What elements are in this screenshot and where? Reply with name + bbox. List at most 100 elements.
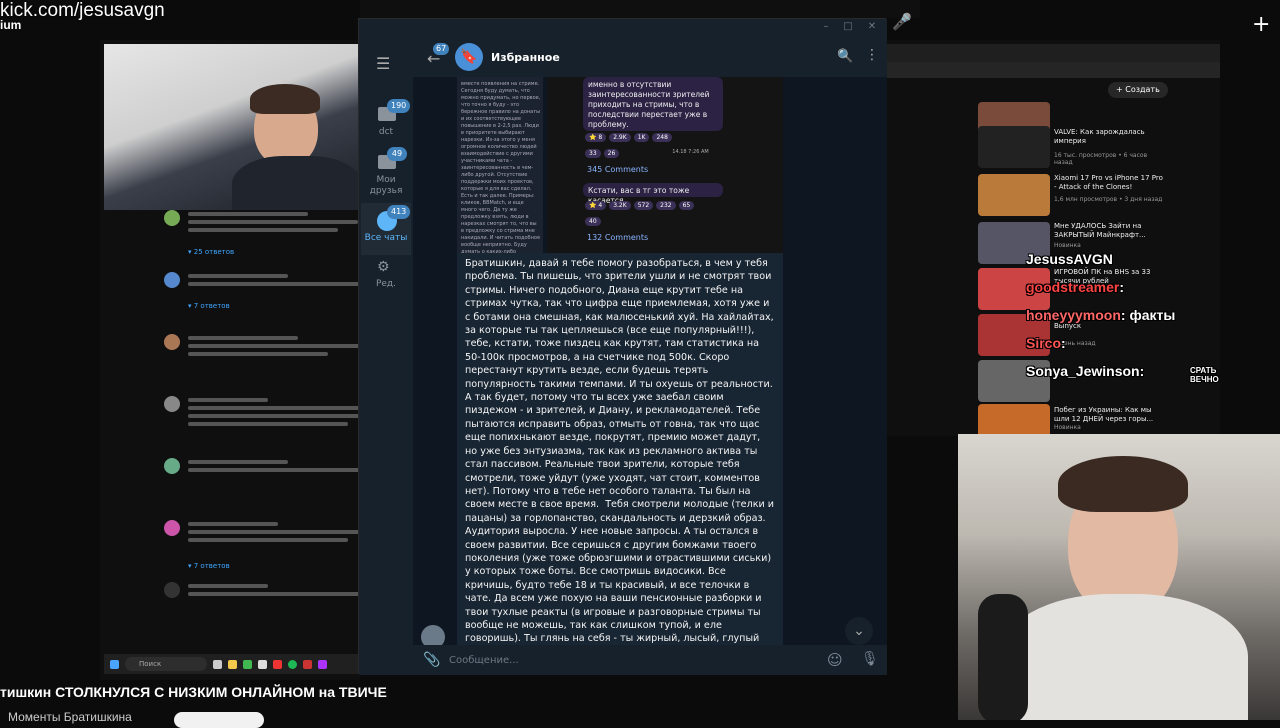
video-title-rec[interactable]: Xiaomi 17 Pro vs iPhone 17 Pro - Attack … [1054,174,1164,192]
chat-text: : [1061,335,1066,351]
windows-start-icon[interactable] [110,659,119,669]
emoji-icon[interactable]: ☺ [827,651,843,669]
browser-topbar [885,44,1220,62]
chat-message: JesussAVGN [1026,251,1113,267]
reaction[interactable]: 232 [656,201,676,210]
scroll-down-icon[interactable]: ⌄ [845,617,873,645]
folder-dct[interactable]: 190 dct [361,97,411,149]
folder-label: Все чаты [364,233,408,243]
chat-username: JesussAVGN [1026,251,1113,267]
channel-message: Кстати, вас в тг это тоже касается. [583,183,723,205]
reaction[interactable]: ⭐ 4 [585,201,607,210]
plus-icon[interactable]: + [1252,12,1278,38]
unread-badge: 413 [387,205,411,219]
twitch-icon[interactable] [318,659,327,669]
folder-icon[interactable] [228,659,237,669]
video-title-rec[interactable]: VALVE: Как зарождалась империя [1054,128,1164,146]
chat-message: Sirco: [1026,335,1066,351]
chat-text: : [1139,363,1145,379]
message-area: вместе появления на стриме. Сегодня буду… [413,77,887,649]
unread-badge: 67 [433,43,450,55]
forwarded-screenshot-left: вместе появления на стриме. Сегодня буду… [457,77,543,253]
channel-name[interactable]: Моменты Братишкина [8,710,132,724]
app-icon[interactable] [303,659,312,669]
windows-taskbar: Поиск [104,654,358,674]
forwarded-screenshot-right: именно в отсутствии заинтересованности з… [547,77,783,253]
reaction[interactable]: 1K [633,133,650,142]
unread-badge: 190 [387,99,411,113]
replies-link[interactable]: ▾ 7 ответов [188,562,230,570]
message-composer: 📎 ☺ 🎙 [413,645,887,675]
video-thumbnail[interactable] [978,174,1050,216]
reaction[interactable]: 26 [603,149,620,158]
video-meta: 1,6 млн просмотров • 3 дня назад [1054,196,1163,203]
reaction[interactable]: 248 [652,133,672,142]
reactions-row: ⭐ 4 3.2K 572 232 65 [585,201,695,210]
message-bubble[interactable]: Братишкин, давай я тебе помогу разобрать… [457,253,783,649]
window-titlebar: – □ ✕ [359,19,887,37]
taskbar-search-label: Поиск [139,660,162,668]
folder-all-chats[interactable]: 413 Все чаты [361,203,411,255]
more-vertical-icon[interactable]: ⋮ [865,47,879,63]
minimize-button[interactable]: – [819,21,833,33]
chat-emote-label: СРАТЬ ВЕЧНО [1190,366,1219,384]
reaction[interactable]: 572 [633,201,654,210]
streamer-webcam-top [104,44,358,210]
microphone-icon[interactable]: 🎙 [861,651,879,667]
video-meta: Новинка [1054,424,1081,431]
chat-message: honeyyymoon: факты [1026,307,1175,323]
chat-text: : факты [1120,307,1176,323]
chat-username: Sirco [1026,335,1062,351]
edit-folders-label[interactable]: Ред. [359,279,413,289]
channel-message: именно в отсутствии заинтересованности з… [583,77,723,131]
menu-icon[interactable]: ☰ [376,56,396,72]
replies-link[interactable]: ▾ 7 ответов [188,302,230,310]
reactions-row: ⭐ 8 2.9K 1K 248 [585,133,672,142]
reactions-row: 40 [585,217,601,226]
chat-header: ← 67 🔖 Избранное 🔍 ⋮ [413,37,887,77]
app-icon[interactable] [243,659,252,669]
replies-link[interactable]: ▾ 25 ответов [188,248,234,256]
spotify-icon[interactable] [288,659,297,669]
maximize-button[interactable]: □ [841,21,855,33]
comment-item: ▾ 25 ответов [160,206,360,268]
message-text: Братишкин, давай я тебе помогу разобрать… [465,258,775,649]
task-view-icon[interactable] [213,659,222,669]
unread-badge: 49 [387,147,407,161]
video-title: тишкин СТОЛКНУЛСЯ С НИЗКИМ ОНЛАЙНОМ на Т… [0,684,387,700]
paperclip-icon[interactable]: 📎 [423,652,440,668]
reaction[interactable]: 3.2K [609,201,631,210]
video-title-rec[interactable]: Мне УДАЛОСЬ Зайти на ЗАКРЫТЫЙ Майнкрафт.… [1054,222,1164,240]
video-meta: Новинка [1054,242,1081,249]
chat-title[interactable]: Избранное [491,51,560,64]
telegram-window: – □ ✕ ☰ 190 dct 49 Мои друзья 413 Все ча… [358,18,887,675]
yandex-icon[interactable] [273,659,282,669]
comment-item: ▾ 7 ответов [160,516,360,578]
taskbar-search[interactable]: Поиск [125,657,207,671]
close-button[interactable]: ✕ [865,21,879,33]
create-button[interactable]: + Создать [1108,82,1168,98]
comments-link[interactable]: 345 Comments [587,165,648,174]
browser-bookmarks-bar [885,62,1220,78]
reaction[interactable]: 2.9K [609,133,631,142]
folders-sidebar: ☰ 190 dct 49 Мои друзья 413 Все чаты ⚙ Р… [359,37,413,675]
reaction[interactable]: 40 [585,217,601,226]
stream-watermark-sub: ium [0,18,22,32]
stream-watermark: kick.com/jesusavgn [0,0,165,21]
reaction[interactable]: 33 [585,149,601,158]
reaction[interactable]: ⭐ 8 [585,133,607,142]
app-icon[interactable] [258,659,267,669]
video-title-rec[interactable]: Побег из Украины: Как мы шли 12 ДНЕЙ чер… [1054,406,1164,424]
video-title-rec[interactable]: Выпуск [1054,322,1164,331]
reaction[interactable]: 65 [678,201,695,210]
comments-link[interactable]: 132 Comments [587,233,648,242]
edit-folders-icon[interactable]: ⚙ [377,259,395,275]
folder-friends[interactable]: 49 Мои друзья [361,145,411,197]
message-input[interactable] [449,652,809,668]
mic-icon[interactable]: 🎤 [892,12,912,31]
subscribe-button[interactable] [174,712,264,728]
video-thumbnail[interactable] [978,126,1050,168]
chat-username: honeyyymoon [1026,307,1121,323]
chat-username: Sonya_Jewinson [1026,363,1140,379]
search-icon[interactable]: 🔍 [837,49,853,64]
